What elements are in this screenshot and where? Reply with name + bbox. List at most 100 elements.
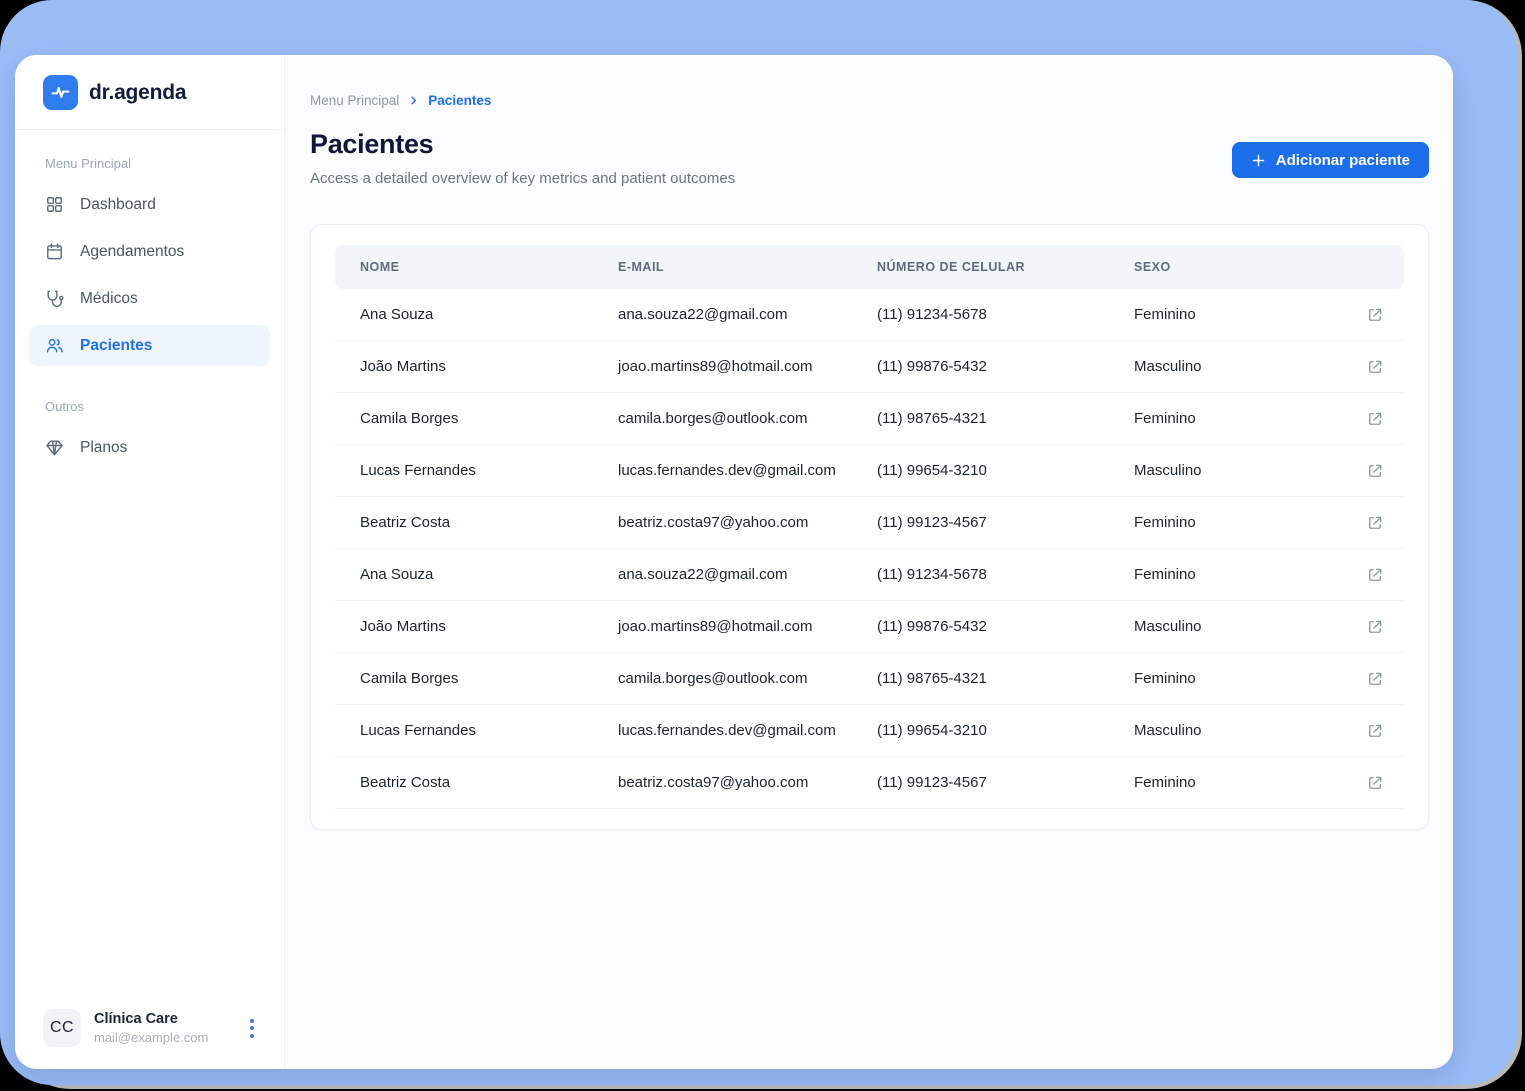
patients-icon: [45, 336, 64, 355]
cell-name: João Martins: [360, 358, 446, 375]
cell-phone: (11) 98765-4321: [877, 670, 987, 687]
sidebar-item-label: Planos: [80, 438, 128, 456]
cell-name: Camila Borges: [360, 670, 459, 687]
external-link-icon[interactable]: [1364, 564, 1386, 586]
page-subtitle: Access a detailed overview of key metric…: [310, 170, 736, 187]
cell-sex: Feminino: [1134, 566, 1196, 583]
table-row: Beatriz Costa beatriz.costa97@yahoo.com …: [335, 757, 1404, 809]
cell-sex: Feminino: [1134, 306, 1196, 323]
cell-phone: (11) 98765-4321: [877, 410, 987, 427]
external-link-icon[interactable]: [1364, 772, 1386, 794]
cell-name: Lucas Fernandes: [360, 462, 476, 479]
column-header-sexo: SEXO: [1134, 260, 1171, 274]
sidebar-item-dashboard[interactable]: Dashboard: [29, 184, 270, 225]
account-name: Clínica Care: [94, 1011, 178, 1027]
external-link-icon[interactable]: [1364, 460, 1386, 482]
table-row: Ana Souza ana.souza22@gmail.com (11) 912…: [335, 289, 1404, 341]
sidebar-item-planos[interactable]: Planos: [29, 427, 270, 468]
page-title: Pacientes: [310, 129, 434, 159]
breadcrumb: Menu Principal Pacientes: [310, 93, 1429, 108]
cell-email: ana.souza22@gmail.com: [618, 566, 788, 583]
cell-name: Lucas Fernandes: [360, 722, 476, 739]
external-link-icon[interactable]: [1364, 668, 1386, 690]
app-logo: dr.agenda: [15, 55, 284, 130]
cell-email: joao.martins89@hotmail.com: [618, 618, 813, 635]
add-patient-button-label: Adicionar paciente: [1275, 151, 1410, 169]
table-row: Lucas Fernandes lucas.fernandes.dev@gmai…: [335, 705, 1404, 757]
external-link-icon[interactable]: [1364, 512, 1386, 534]
table-row: Beatriz Costa beatriz.costa97@yahoo.com …: [335, 497, 1404, 549]
cell-email: beatriz.costa97@yahoo.com: [618, 514, 809, 531]
column-header-nome: NOME: [360, 260, 400, 274]
stethoscope-icon: [45, 289, 64, 308]
cell-phone: (11) 99123-4567: [877, 774, 987, 791]
cell-phone: (11) 99123-4567: [877, 514, 987, 531]
cell-sex: Feminino: [1134, 514, 1196, 531]
table-row: Camila Borges camila.borges@outlook.com …: [335, 653, 1404, 705]
app-window: dr.agenda Menu Principal Dashboard Agend…: [15, 55, 1453, 1069]
sidebar-item-pacientes[interactable]: Pacientes: [29, 325, 270, 366]
cell-sex: Feminino: [1134, 410, 1196, 427]
cell-email: camila.borges@outlook.com: [618, 670, 808, 687]
external-link-icon[interactable]: [1364, 408, 1386, 430]
sidebar-item-medicos[interactable]: Médicos: [29, 278, 270, 319]
cell-email: beatriz.costa97@yahoo.com: [618, 774, 809, 791]
calendar-icon: [45, 242, 64, 261]
account-email: mail@example.com: [94, 1030, 209, 1045]
external-link-icon[interactable]: [1364, 356, 1386, 378]
cell-name: Beatriz Costa: [360, 774, 451, 791]
cell-sex: Masculino: [1134, 722, 1202, 739]
cell-email: joao.martins89@hotmail.com: [618, 358, 813, 375]
table-row: João Martins joao.martins89@hotmail.com …: [335, 601, 1404, 653]
external-link-icon[interactable]: [1364, 616, 1386, 638]
sidebar-item-label: Agendamentos: [80, 242, 185, 260]
external-link-icon[interactable]: [1364, 304, 1386, 326]
account-footer: CC Clínica Care mail@example.com: [15, 993, 284, 1069]
dashboard-icon: [45, 195, 64, 214]
cell-phone: (11) 99654-3210: [877, 462, 987, 479]
sidebar: dr.agenda Menu Principal Dashboard Agend…: [15, 55, 285, 1069]
cell-phone: (11) 91234-5678: [877, 566, 987, 583]
table-row: João Martins joao.martins89@hotmail.com …: [335, 341, 1404, 393]
cell-sex: Feminino: [1134, 670, 1196, 687]
cell-email: ana.souza22@gmail.com: [618, 306, 788, 323]
cell-name: Ana Souza: [360, 566, 434, 583]
external-link-icon[interactable]: [1364, 720, 1386, 742]
cell-email: lucas.fernandes.dev@gmail.com: [618, 462, 836, 479]
cell-phone: (11) 99654-3210: [877, 722, 987, 739]
cell-phone: (11) 99876-5432: [877, 358, 987, 375]
sidebar-item-agendamentos[interactable]: Agendamentos: [29, 231, 270, 272]
table-header-row: NOME E-MAIL NÚMERO DE CELULAR SEXO: [335, 245, 1404, 289]
chevron-right-icon: [408, 95, 419, 106]
app-title: dr.agenda: [89, 80, 187, 104]
cell-name: Ana Souza: [360, 306, 434, 323]
heartbeat-logo-icon: [43, 75, 78, 110]
cell-sex: Masculino: [1134, 358, 1202, 375]
add-patient-button[interactable]: Adicionar paciente: [1231, 142, 1429, 178]
sidebar-item-label: Médicos: [80, 289, 138, 307]
cell-sex: Masculino: [1134, 618, 1202, 635]
breadcrumb-current[interactable]: Pacientes: [428, 93, 491, 108]
cell-email: camila.borges@outlook.com: [618, 410, 808, 427]
cell-email: lucas.fernandes.dev@gmail.com: [618, 722, 836, 739]
breadcrumb-parent[interactable]: Menu Principal: [310, 93, 399, 108]
main-content: Menu Principal Pacientes Pacientes Acces…: [285, 55, 1453, 1069]
table-body: Ana Souza ana.souza22@gmail.com (11) 912…: [335, 289, 1404, 809]
sidebar-section-label: Outros: [45, 399, 85, 414]
cell-name: Camila Borges: [360, 410, 459, 427]
cell-sex: Masculino: [1134, 462, 1202, 479]
sidebar-item-label: Dashboard: [80, 195, 156, 213]
cell-sex: Feminino: [1134, 774, 1196, 791]
cell-phone: (11) 99876-5432: [877, 618, 987, 635]
patients-table: NOME E-MAIL NÚMERO DE CELULAR SEXO Ana S…: [310, 224, 1429, 830]
cell-name: Beatriz Costa: [360, 514, 451, 531]
table-row: Lucas Fernandes lucas.fernandes.dev@gmai…: [335, 445, 1404, 497]
table-row: Ana Souza ana.souza22@gmail.com (11) 912…: [335, 549, 1404, 601]
column-header-email: E-MAIL: [618, 260, 665, 274]
sidebar-section-label: Menu Principal: [45, 156, 131, 171]
cell-name: João Martins: [360, 618, 446, 635]
cell-phone: (11) 91234-5678: [877, 306, 987, 323]
sidebar-item-label: Pacientes: [80, 336, 153, 354]
kebab-menu-icon[interactable]: [246, 1015, 258, 1042]
diamond-icon: [45, 438, 64, 457]
